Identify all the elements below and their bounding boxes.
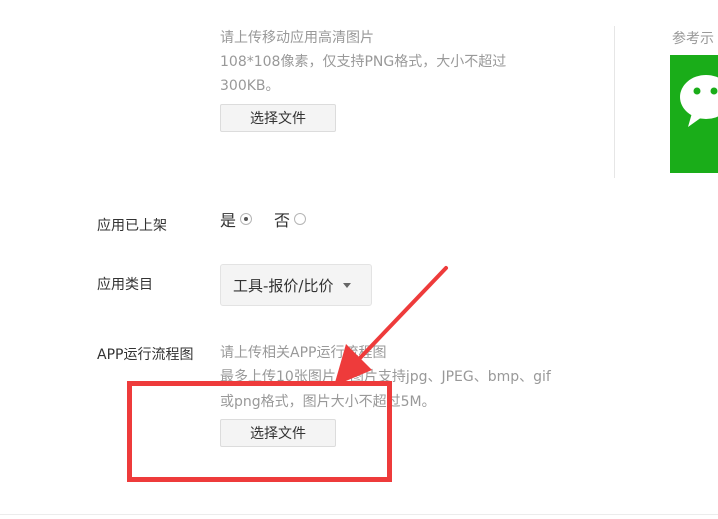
annotation-highlight-box xyxy=(127,381,392,482)
bottom-divider xyxy=(0,514,718,515)
